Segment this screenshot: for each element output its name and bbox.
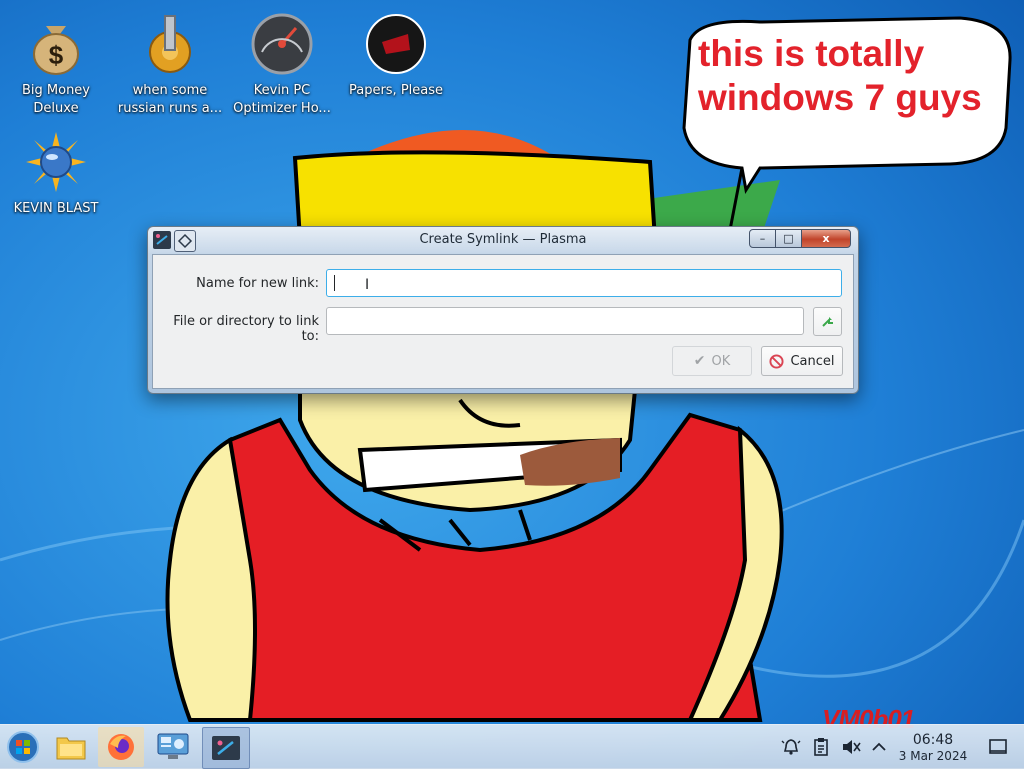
desktop-icon-label: Big Money Deluxe (21, 83, 90, 116)
desktop-icon-russian[interactable]: when some russian runs a... (114, 12, 226, 118)
target-label: File or directory to link to: (173, 314, 319, 344)
tray-expand-chevron-up-icon[interactable] (869, 737, 889, 757)
browse-button[interactable] (813, 307, 842, 336)
maximize-icon: □ (783, 232, 794, 245)
speedometer-icon (251, 13, 313, 75)
volume-muted-icon[interactable] (841, 737, 861, 757)
check-icon: ✔ (693, 353, 706, 369)
desktop-icon-kevin-blast[interactable]: KEVIN BLAST (0, 130, 112, 218)
folder-icon (56, 737, 86, 760)
desktop-icon-kevin-optimizer[interactable]: Kevin PC Optimizer Ho... (226, 12, 338, 118)
desktop-icon-big-money[interactable]: $ Big Money Deluxe (0, 12, 112, 118)
clipboard-icon[interactable] (811, 737, 831, 757)
start-orb-icon (7, 731, 39, 763)
money-bag-icon: $ (33, 26, 79, 75)
taskbar: 06:48 3 Mar 2024 (0, 724, 1024, 769)
desktop-icon-label: Papers, Please (348, 83, 444, 98)
cancel-icon (769, 353, 784, 369)
link-name-input[interactable]: I (326, 269, 842, 297)
create-symlink-dialog: Create Symlink — Plasma – □ x Name for n… (147, 226, 859, 394)
dialog-body: Name for new link: I File or directory t… (152, 254, 854, 389)
dialog-titlebar[interactable]: Create Symlink — Plasma – □ x (148, 227, 858, 253)
start-button[interactable] (0, 727, 46, 767)
gear-icon (149, 15, 191, 73)
ibeam-cursor-icon: I (365, 277, 370, 293)
ok-button[interactable]: ✔ OK (672, 346, 752, 376)
firefox-icon (108, 734, 134, 760)
open-folder-icon (821, 316, 833, 327)
link-target-input[interactable] (326, 307, 804, 335)
clock-date[interactable]: 3 Mar 2024 (892, 749, 974, 763)
show-desktop-icon[interactable] (988, 737, 1008, 757)
maximize-button[interactable]: □ (775, 229, 802, 248)
clock-time[interactable]: 06:48 (896, 732, 970, 748)
task-plasma-dialog[interactable] (202, 727, 250, 769)
desktop-icon-label: when some russian runs a... (117, 83, 223, 116)
desktop-icon-label: Kevin PC Optimizer Ho... (233, 83, 331, 116)
task-system-settings[interactable] (150, 727, 196, 767)
name-label: Name for new link: (196, 276, 319, 291)
task-file-manager[interactable] (48, 727, 94, 767)
ok-button-label: OK (711, 353, 731, 369)
text-caret (334, 275, 335, 291)
close-icon: x (822, 232, 830, 245)
svg-text:$: $ (49, 40, 64, 70)
globe-sun-icon (26, 132, 86, 192)
cancel-button-label: Cancel (790, 353, 835, 369)
monitor-settings-icon (157, 733, 189, 759)
notifications-bell-icon[interactable] (781, 737, 801, 757)
desktop-icon-papers-please[interactable]: Papers, Please (340, 12, 452, 100)
minimize-icon: – (759, 232, 766, 245)
plasma-app-icon (212, 736, 240, 760)
cancel-button[interactable]: Cancel (761, 346, 843, 376)
close-button[interactable]: x (801, 229, 851, 248)
minimize-button[interactable]: – (749, 229, 776, 248)
papers-please-icon (366, 14, 426, 74)
speech-bubble-text: this is totally windows 7 guys (698, 33, 982, 118)
task-firefox[interactable] (98, 727, 144, 767)
desktop-icon-label: KEVIN BLAST (13, 201, 99, 216)
